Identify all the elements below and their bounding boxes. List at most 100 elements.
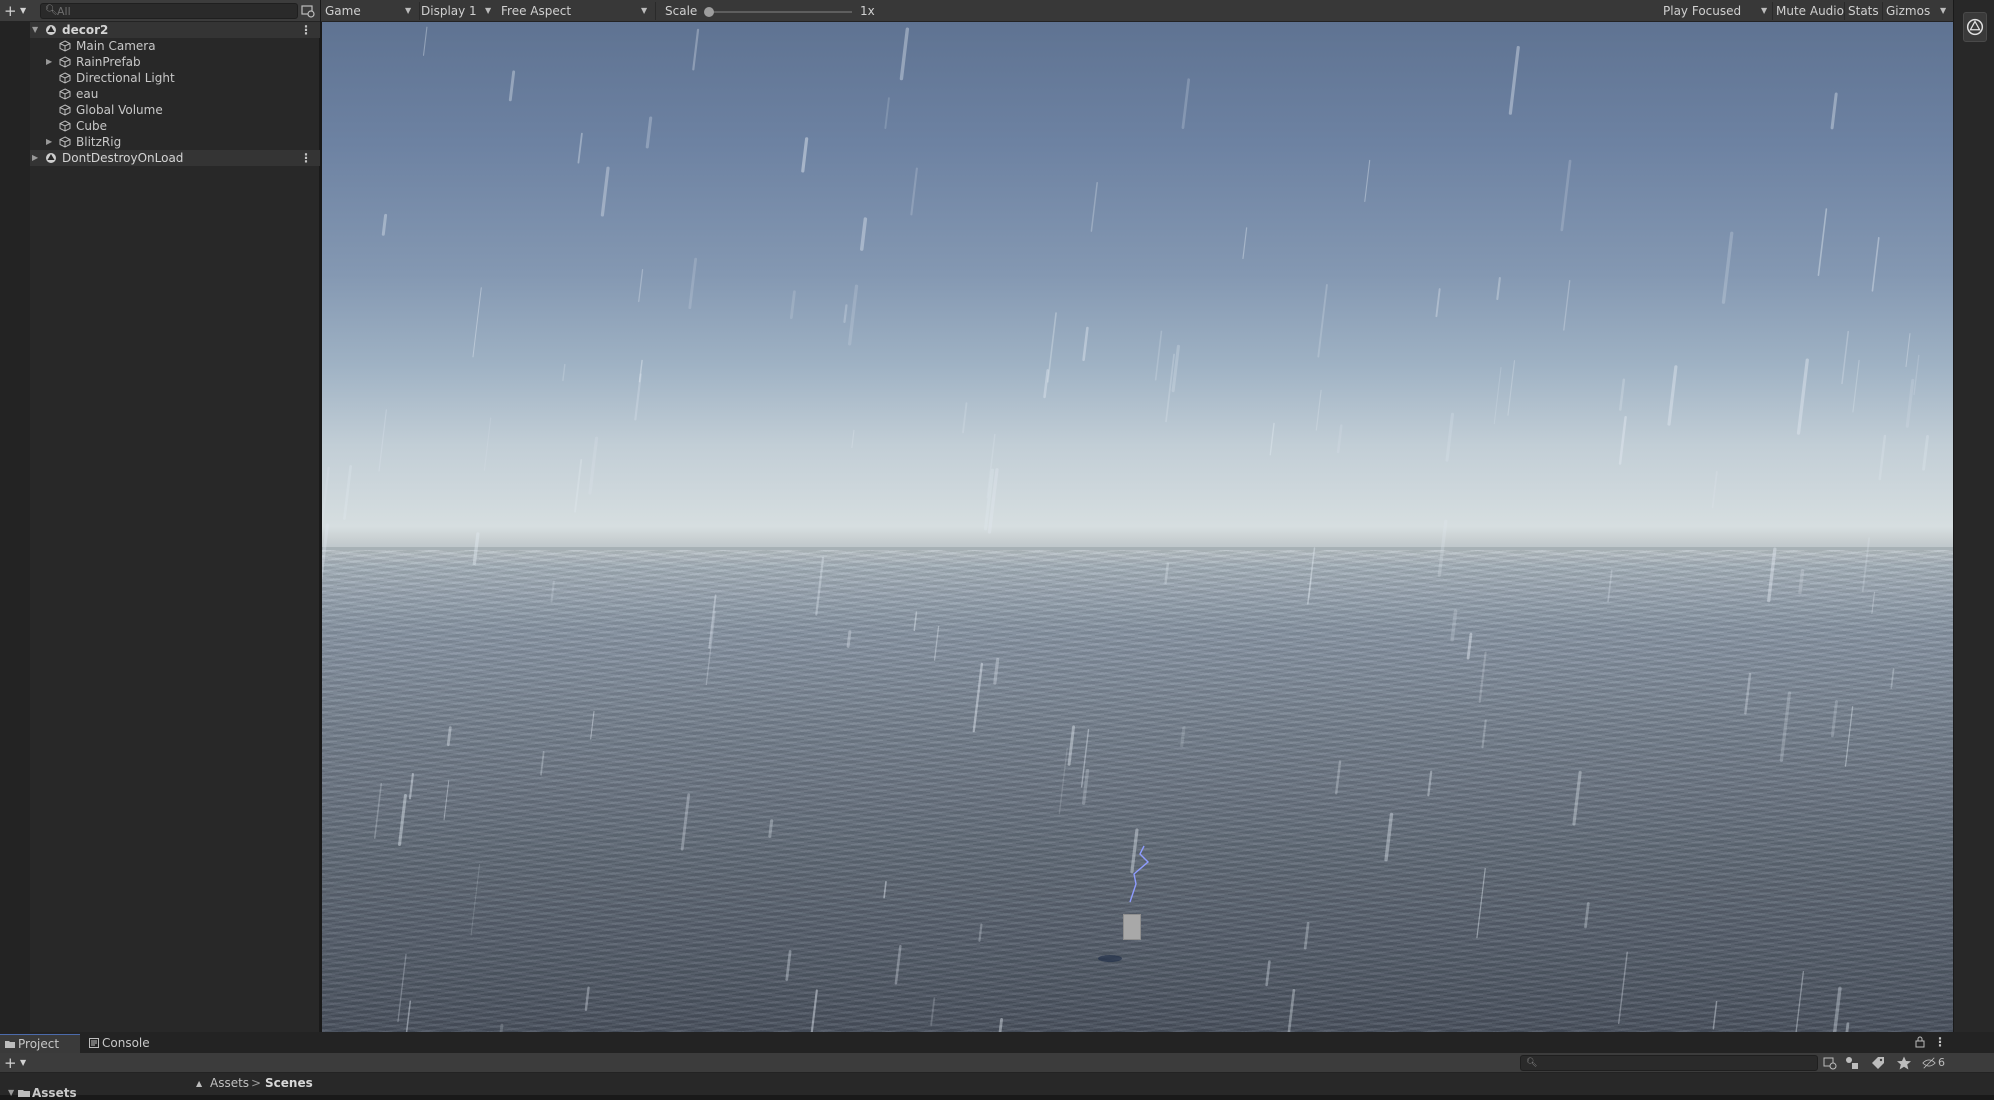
- expand-down-icon[interactable]: ▼: [8, 1088, 14, 1097]
- play-mode-label: Play Focused: [1663, 4, 1742, 18]
- rain-streak: [993, 657, 1000, 685]
- rain-streak: [1181, 78, 1191, 130]
- gameobject-cube-icon: [59, 40, 71, 52]
- hierarchy-search[interactable]: 🔍︎: [40, 3, 298, 19]
- display-dropdown[interactable]: Display 1 ▼: [421, 0, 495, 22]
- rain-streak: [1081, 768, 1090, 805]
- hierarchy-search-input[interactable]: [57, 4, 293, 18]
- rain-streak: [588, 436, 599, 495]
- rain-streak: [1435, 288, 1441, 318]
- collapse-up-icon[interactable]: ▲: [196, 1074, 202, 1093]
- rain-streak: [1871, 237, 1880, 292]
- hierarchy-scene-dontdestroyonload[interactable]: ▶ DontDestroyOnLoad ⋮: [30, 150, 320, 166]
- toolbar-divider: [1882, 2, 1883, 20]
- rain-streak: [1779, 691, 1792, 762]
- unity-inspector-tab-icon[interactable]: [1963, 12, 1987, 42]
- rain-streak: [550, 580, 555, 603]
- project-tree-assets[interactable]: Assets: [32, 1086, 77, 1100]
- gameobject-cube-icon: [59, 136, 71, 148]
- stats-toggle[interactable]: Stats: [1848, 0, 1879, 22]
- rain-streak: [1242, 227, 1248, 260]
- panel-menu-icon[interactable]: ⋮: [1934, 1034, 1946, 1050]
- game-view-viewport[interactable]: [322, 22, 1953, 1032]
- project-create-button[interactable]: + ▼: [4, 1054, 30, 1072]
- rain-streak: [692, 28, 700, 71]
- expand-right-icon[interactable]: ▶: [32, 150, 38, 166]
- hierarchy-add-button[interactable]: + ▼: [4, 2, 28, 20]
- hierarchy-item-directional-light[interactable]: Directional Light: [30, 70, 320, 86]
- breadcrumb-item-scenes[interactable]: Scenes: [265, 1074, 313, 1093]
- hierarchy-item-blitzrig[interactable]: ▶ BlitzRig: [30, 134, 320, 150]
- breadcrumb-item-assets[interactable]: Assets: [210, 1074, 249, 1093]
- rain-streak: [894, 945, 902, 985]
- plus-icon: +: [4, 1054, 17, 1072]
- expand-right-icon[interactable]: ▶: [46, 54, 52, 70]
- rain-streak: [768, 819, 774, 838]
- rain-streak: [343, 464, 353, 520]
- rain-streak: [1450, 609, 1458, 642]
- more-options-icon[interactable]: ⋮: [300, 22, 312, 38]
- hidden-packages-eye-icon[interactable]: [1922, 1055, 1936, 1071]
- gizmos-dropdown[interactable]: Gizmos ▼: [1886, 0, 1950, 22]
- rain-streak: [1667, 365, 1678, 426]
- gameobject-cube-icon: [59, 72, 71, 84]
- rain-streak: [1711, 471, 1718, 509]
- breadcrumb-separator: >: [251, 1076, 262, 1090]
- rain-streak: [843, 304, 848, 324]
- rain-streak: [1427, 770, 1433, 797]
- rain-streak: [1496, 276, 1501, 301]
- game-view-mode-dropdown[interactable]: Game ▼: [325, 0, 417, 22]
- rain-streak: [1563, 279, 1571, 331]
- rain-streak: [1437, 519, 1448, 577]
- plus-icon: +: [4, 2, 17, 20]
- hidden-packages-count: 6: [1938, 1056, 1945, 1069]
- hierarchy-item-global-volume[interactable]: Global Volume: [30, 102, 320, 118]
- lock-icon[interactable]: [1914, 1035, 1926, 1049]
- rain-streak: [785, 950, 792, 981]
- hierarchy-scene-decor2[interactable]: ▼ decor2 ⋮: [30, 22, 320, 38]
- expand-right-icon[interactable]: ▶: [46, 134, 52, 150]
- rain-streak: [1607, 569, 1613, 603]
- tab-console[interactable]: Console: [84, 1034, 160, 1053]
- rain-streak: [1922, 434, 1929, 471]
- filter-by-type-icon[interactable]: [1844, 1055, 1860, 1071]
- mute-audio-toggle[interactable]: Mute Audio: [1776, 0, 1844, 22]
- cube-game-object: [1123, 914, 1141, 940]
- rain-streak: [443, 780, 450, 821]
- caret-down-icon: ▼: [20, 1058, 27, 1067]
- label-tag-icon[interactable]: [1870, 1055, 1886, 1071]
- tab-project[interactable]: Project: [0, 1034, 80, 1053]
- rain-streak: [1830, 700, 1838, 738]
- rain-streak: [851, 429, 855, 448]
- rain-streak: [899, 27, 910, 81]
- scene-visibility-filter-icon[interactable]: [300, 3, 316, 19]
- rain-streak: [422, 26, 428, 56]
- project-search-input[interactable]: [1537, 1056, 1813, 1070]
- search-by-type-icon[interactable]: [1822, 1055, 1838, 1071]
- rain-streak: [1090, 181, 1098, 232]
- favorite-star-icon[interactable]: [1896, 1055, 1912, 1071]
- hierarchy-item-rainprefab[interactable]: ▶ RainPrefab: [30, 54, 320, 70]
- project-search[interactable]: 🔍︎: [1520, 1055, 1818, 1071]
- hierarchy-item-main-camera[interactable]: Main Camera: [30, 38, 320, 54]
- rain-streak: [1830, 92, 1838, 130]
- play-mode-dropdown[interactable]: Play Focused ▼: [1663, 0, 1769, 22]
- rain-streak: [1744, 672, 1752, 715]
- hierarchy-item-cube[interactable]: Cube: [30, 118, 320, 134]
- more-options-icon[interactable]: ⋮: [300, 150, 312, 166]
- rain-streak: [688, 257, 698, 310]
- scale-slider-handle[interactable]: [704, 7, 714, 17]
- rain-streak: [1476, 867, 1486, 939]
- hierarchy-item-eau[interactable]: eau: [30, 86, 320, 102]
- display-label: Display 1: [421, 4, 477, 18]
- scale-slider-track[interactable]: [708, 11, 852, 13]
- rain-streak: [1481, 719, 1487, 749]
- rain-streak: [910, 167, 918, 216]
- rain-streak: [381, 213, 388, 236]
- aspect-dropdown[interactable]: Free Aspect ▼: [501, 0, 651, 22]
- rain-streak: [847, 284, 859, 346]
- expand-down-icon[interactable]: ▼: [32, 22, 38, 38]
- rain-streak: [1560, 159, 1572, 232]
- hierarchy-item-label: Cube: [76, 119, 107, 133]
- rain-streak: [1164, 562, 1170, 584]
